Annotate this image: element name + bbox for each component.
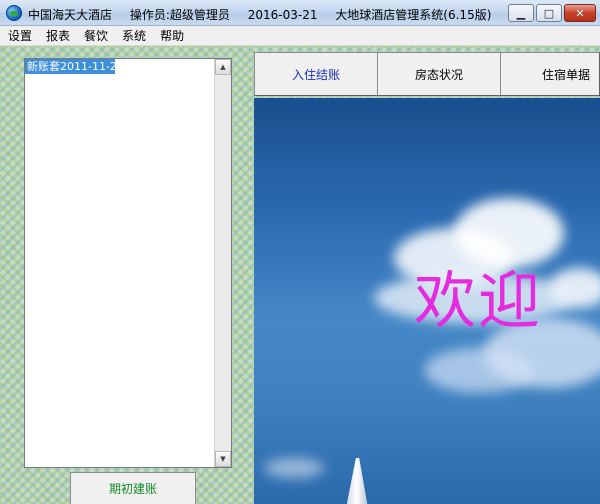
scroll-down-button[interactable]: ▼ [215, 451, 231, 467]
list-item[interactable]: 新账套2011-11-29 [25, 59, 124, 74]
window-title: 中国海天大酒店 操作员:超级管理员 2016-03-21 大地球酒店管理系统(6… [28, 6, 505, 23]
menu-help[interactable]: 帮助 [160, 27, 184, 44]
menu-settings[interactable]: 设置 [8, 27, 32, 44]
tab-room-status[interactable]: 房态状况 [377, 52, 501, 96]
minimize-button[interactable]: ▁ [508, 4, 534, 22]
system-name: 大地球酒店管理系统(6.15版) [335, 8, 492, 22]
date-label: 2016-03-21 [247, 8, 318, 22]
arrow-up-icon: ▲ [220, 63, 226, 71]
cloud-shape [424, 348, 534, 393]
tab-lodging-documents[interactable]: 住宿单据 [500, 52, 600, 96]
main-tabs: 入住结账 房态状况 住宿单据 [254, 52, 600, 98]
building-spire [346, 458, 368, 504]
close-icon: ✕ [575, 6, 585, 20]
tab-checkin-checkout[interactable]: 入住结账 [254, 52, 378, 96]
menu-bar: 设置 报表 餐饮 系统 帮助 [0, 26, 600, 46]
scroll-up-button[interactable]: ▲ [215, 59, 231, 75]
operator-label: 操作员:超级管理员 [129, 8, 230, 22]
close-button[interactable]: ✕ [564, 4, 596, 22]
globe-icon [6, 5, 22, 21]
menu-catering[interactable]: 餐饮 [84, 27, 108, 44]
vertical-scrollbar[interactable]: ▲ ▼ [214, 59, 231, 467]
menu-system[interactable]: 系统 [122, 27, 146, 44]
welcome-banner: 欢迎 [254, 98, 600, 504]
minimize-icon: ▁ [516, 6, 526, 20]
hotel-name: 中国海天大酒店 [28, 8, 113, 22]
maximize-icon: □ [543, 6, 555, 20]
account-list[interactable]: 新账套2011-11-29 ▲ ▼ [24, 58, 232, 468]
account-list-body: 新账套2011-11-29 [25, 59, 214, 467]
initial-account-button[interactable]: 期初建账 [70, 472, 196, 504]
menu-reports[interactable]: 报表 [46, 27, 70, 44]
maximize-button[interactable]: □ [536, 4, 562, 22]
title-bar: 中国海天大酒店 操作员:超级管理员 2016-03-21 大地球酒店管理系统(6… [0, 0, 600, 26]
arrow-down-icon: ▼ [220, 455, 226, 463]
welcome-text: 欢迎 [414, 264, 543, 337]
client-area: 新账套2011-11-29 ▲ ▼ 期初建账 入住结账 房态状况 住宿单据 欢迎 [0, 46, 600, 504]
cloud-shape [264, 458, 324, 478]
